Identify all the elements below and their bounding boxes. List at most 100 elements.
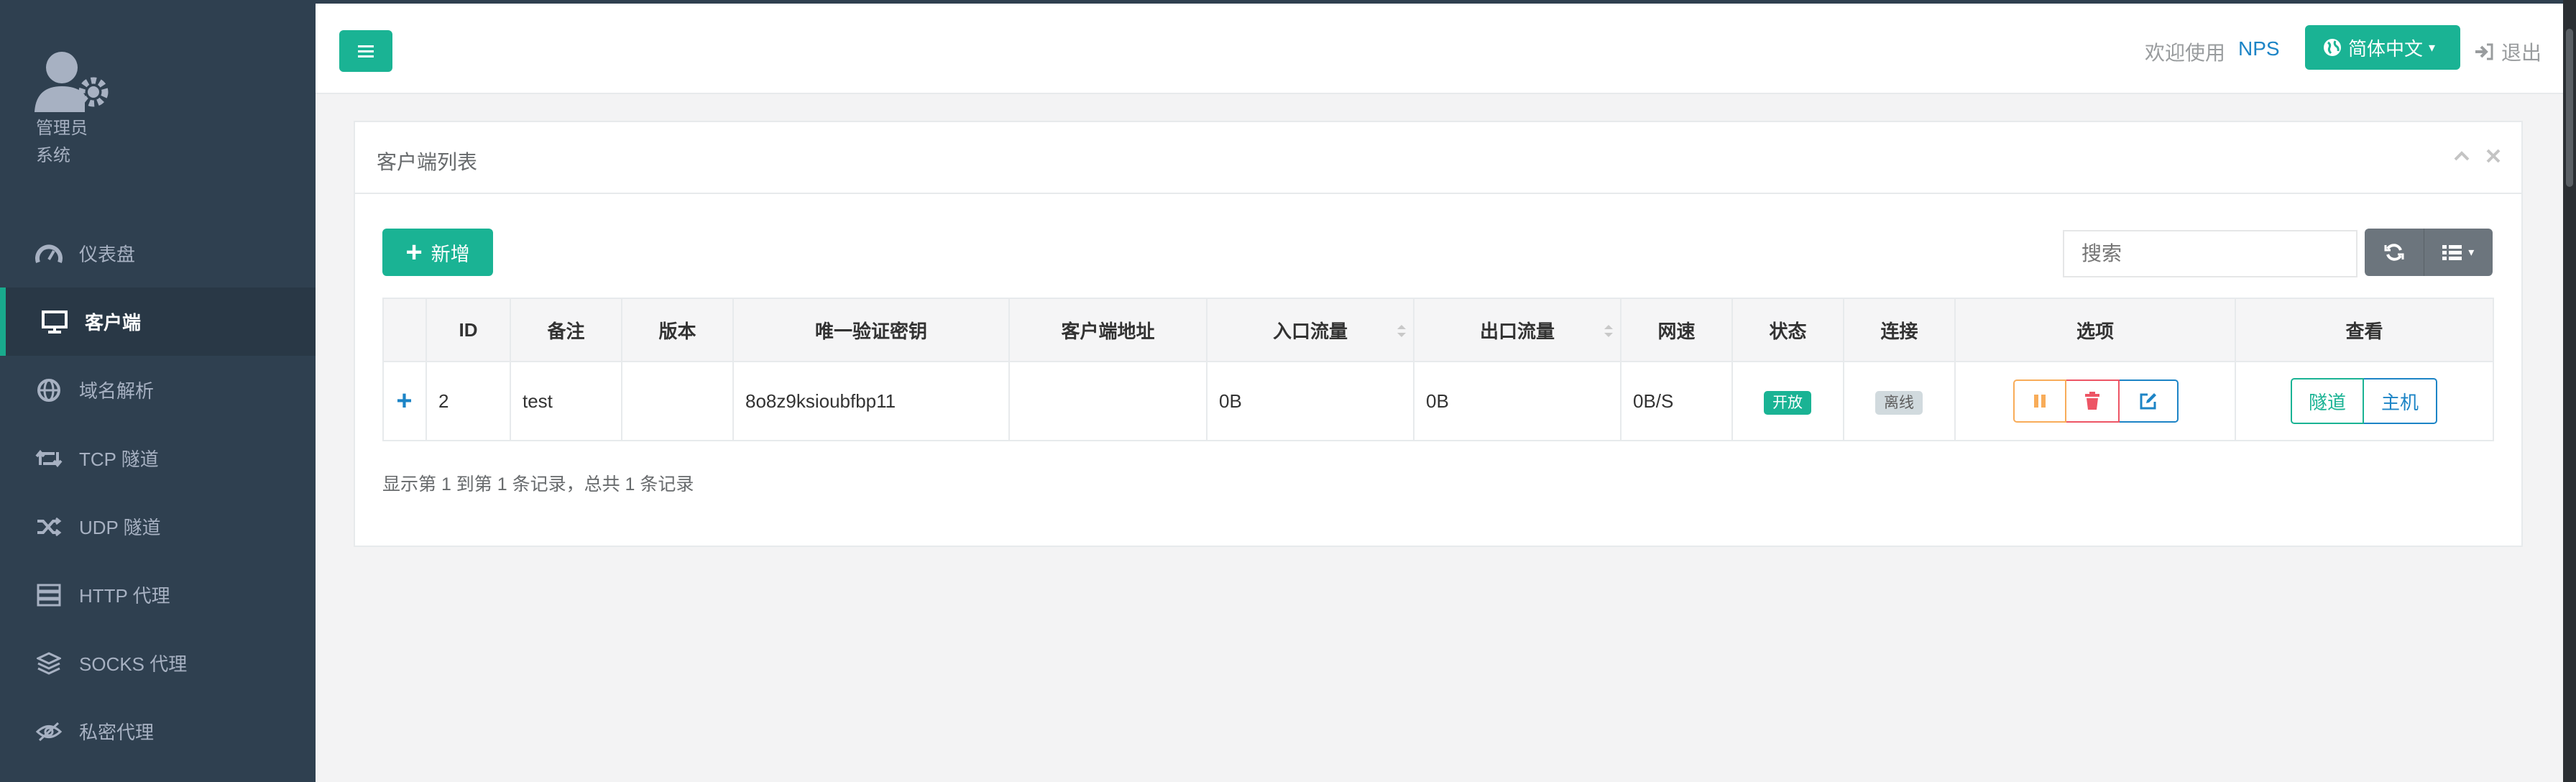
column-header[interactable]: 状态 [1731,298,1844,362]
view-tunnel-button[interactable]: 隧道 [2291,378,2364,424]
scrollbar-thumb[interactable] [2566,29,2573,187]
sidebar-item-udp[interactable]: UDP 隧道 [0,492,316,561]
delete-button[interactable] [2066,380,2120,423]
panel-tools [2452,147,2503,165]
columns-dropdown[interactable]: ▾ [2424,229,2493,276]
column-header[interactable]: 备注 [510,298,622,362]
client-list-panel: 客户端列表 + 新增 ▾ ID 备注 版本 唯一验证密钥 客户端地址 [354,121,2523,547]
language-label: 简体中文 [2348,37,2424,60]
welcome-text: 欢迎使用 [2145,42,2226,64]
sidebar-item-label: TCP 隧道 [79,448,159,470]
bars-icon [358,45,374,58]
cell-status: 开放 [1731,361,1844,441]
panel-title: 客户端列表 [377,151,478,173]
retweet-icon [34,444,63,473]
trash-icon [2085,392,2099,410]
caret-down-icon: ▾ [2468,247,2475,259]
list-icon [2442,245,2462,260]
cell-options [1954,361,2236,441]
cell-remark: test [510,361,622,441]
profile-avatar[interactable] [34,49,114,117]
column-header[interactable]: ID [426,298,511,362]
user-gear-icon [34,52,109,112]
column-header[interactable]: 客户端地址 [1008,298,1208,362]
globe-icon [34,376,63,405]
sign-out-icon [2475,43,2493,60]
cell-speed: 0B/S [1620,361,1733,441]
caret-down-icon: ▾ [2429,40,2436,55]
cell-version [621,361,734,441]
server-icon [34,581,63,610]
desktop-icon [40,308,69,336]
table-toolbar: ▾ [2365,229,2493,276]
column-header[interactable]: 网速 [1620,298,1733,362]
view-host-button[interactable]: 主机 [2364,378,2437,424]
sidebar-item-clients[interactable]: 客户端 [0,288,316,356]
sidebar-item-domain[interactable]: 域名解析 [0,356,316,424]
refresh-button[interactable] [2365,229,2424,276]
sidebar-item-http[interactable]: HTTP 代理 [0,561,316,629]
view-button-group: 隧道 主机 [2291,378,2492,424]
chevron-up-icon[interactable] [2452,147,2471,165]
refresh-icon [2384,244,2404,261]
column-header-sortable[interactable]: 入口流量 [1206,298,1414,362]
cell-view: 隧道 主机 [2235,361,2494,441]
expand-column-header [382,298,427,362]
add-label: 新增 [431,243,470,265]
column-header-sortable[interactable]: 出口流量 [1413,298,1622,362]
status-badge: 开放 [1764,390,1811,415]
eye-slash-icon [34,717,63,746]
logout-link[interactable]: 退出 [2474,37,2542,66]
top-header: 欢迎使用 NPS 简体中文 ▾ 退出 [316,4,2563,94]
role-text: 管理员 系统 [36,115,88,170]
cell-in-flow: 0B [1206,361,1414,441]
cell-id: 2 [426,361,511,441]
sidebar-item-dashboard[interactable]: 仪表盘 [0,219,316,288]
table-row: + 2 test 8o8z9ksioubfbp11 0B 0B 0B/S 开放 … [382,361,2494,441]
sidebar-item-label: HTTP 代理 [79,585,170,607]
column-header[interactable]: 唯一验证密钥 [732,298,1010,362]
search-input[interactable] [2063,230,2358,277]
pause-button[interactable] [2013,380,2066,423]
column-header[interactable]: 连接 [1843,298,1956,362]
dashboard-icon [34,239,63,268]
column-header[interactable]: 查看 [2235,298,2494,362]
close-icon[interactable] [2484,147,2503,165]
menu-toggle-button[interactable] [339,30,392,72]
column-header[interactable]: 版本 [621,298,734,362]
options-button-group [2013,380,2234,423]
random-icon [34,512,63,541]
edit-button[interactable] [2120,380,2179,423]
edit-icon [2140,393,2156,410]
cell-connect: 离线 [1843,361,1956,441]
sidebar-item-label: UDP 隧道 [79,517,161,538]
sidebar-item-label: 域名解析 [79,380,155,402]
logout-label: 退出 [2501,42,2542,64]
plus-icon: + [405,236,423,268]
sidebar-item-socks[interactable]: SOCKS 代理 [0,629,316,697]
scrollbar[interactable] [2563,0,2576,782]
system-label: 系统 [36,146,70,165]
role-label: 管理员 [36,119,88,138]
sidebar-item-label: 私密代理 [79,722,155,743]
brand-link[interactable]: NPS [2238,37,2280,60]
language-dropdown[interactable]: 简体中文 ▾ [2305,25,2460,70]
cell-out-flow: 0B [1413,361,1622,441]
add-client-button[interactable]: + 新增 [382,229,493,276]
column-header[interactable]: 选项 [1954,298,2236,362]
pause-icon [2034,395,2046,408]
globe-icon [2324,39,2341,56]
sidebar-item-label: 客户端 [85,312,142,334]
expand-row-button[interactable]: + [382,361,427,441]
sidebar-item-secret[interactable]: 私密代理 [0,697,316,765]
sidebar-item-tcp[interactable]: TCP 隧道 [0,424,316,492]
pagination-info: 显示第 1 到第 1 条记录，总共 1 条记录 [382,474,694,494]
layers-icon [34,649,63,678]
connection-badge: 离线 [1875,390,1923,415]
sidebar-item-label: 仪表盘 [79,244,136,265]
client-table: ID 备注 版本 唯一验证密钥 客户端地址 入口流量 出口流量 网速 状态 连接… [382,298,2494,441]
panel-header: 客户端列表 [355,122,2521,194]
cell-vkey: 8o8z9ksioubfbp11 [732,361,1010,441]
sidebar-item-label: SOCKS 代理 [79,653,188,675]
sidebar-nav: 仪表盘 客户端 域名解析 TCP 隧道 UDP 隧道 HTTP 代理 SOCKS… [0,219,316,765]
